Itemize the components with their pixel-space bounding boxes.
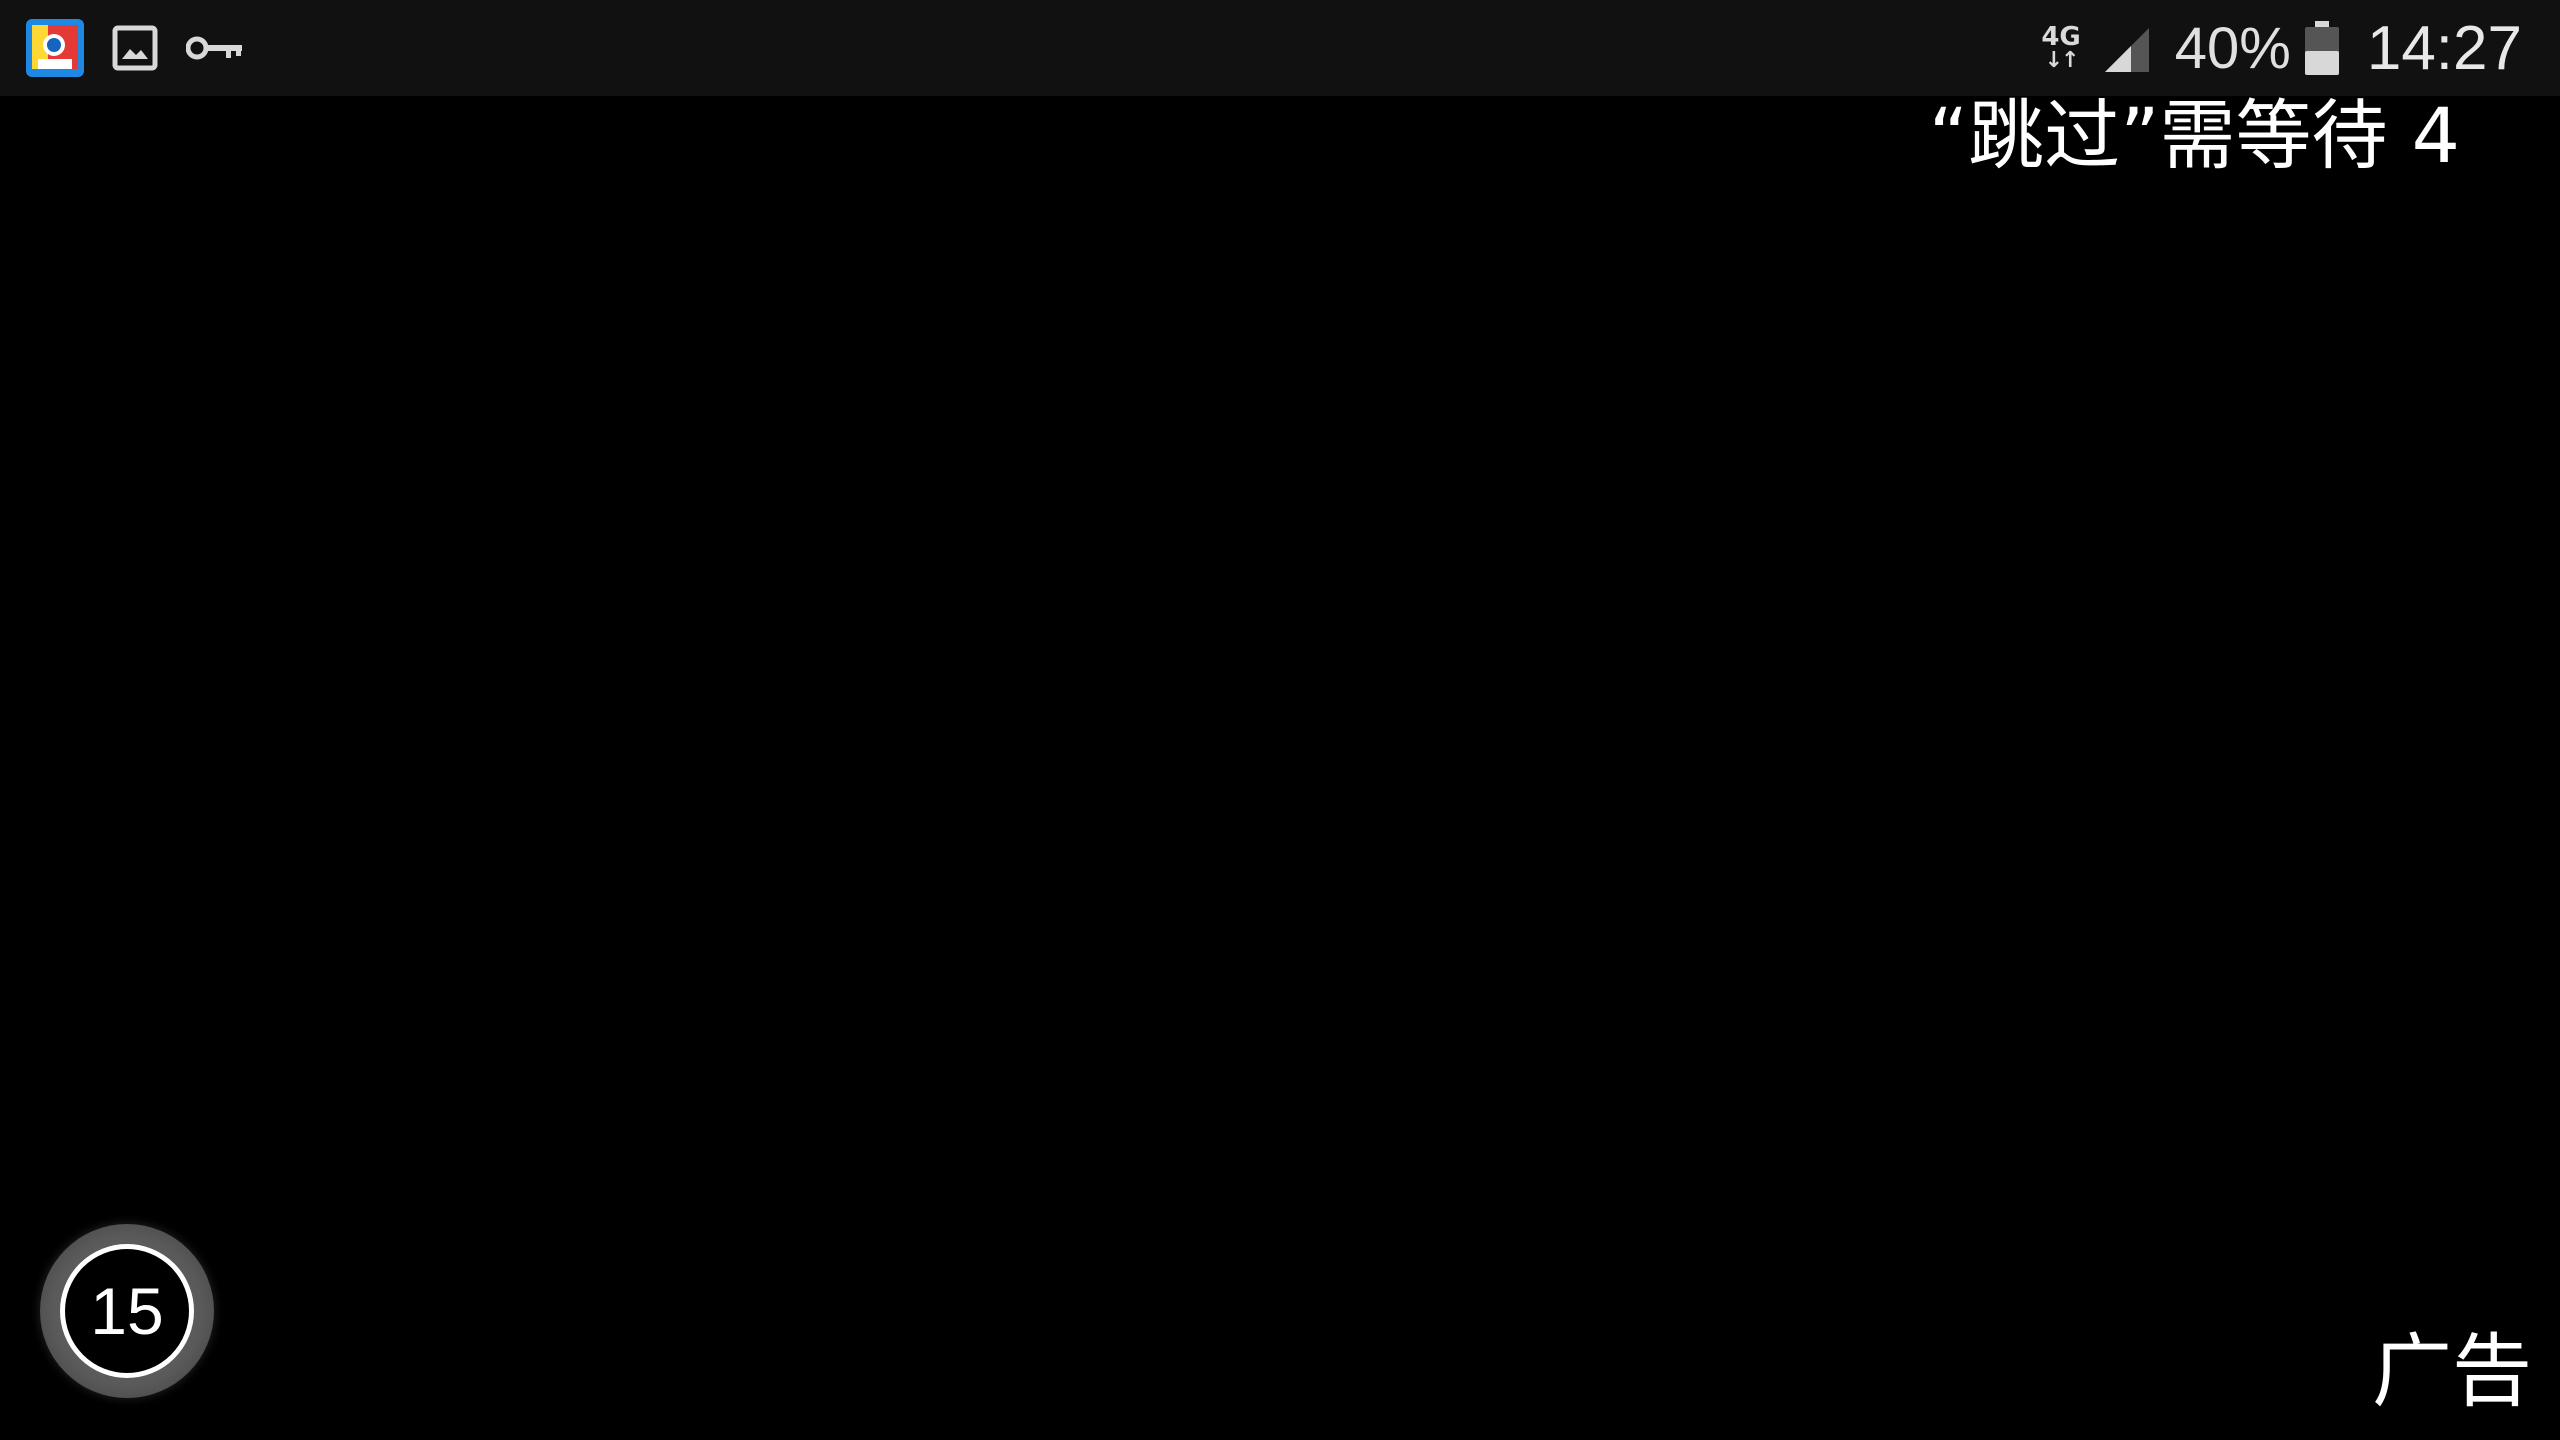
app-notification-icon <box>26 19 84 77</box>
skip-wait-label: “跳过”需等待 4 <box>1928 91 2460 180</box>
battery-percent: 40% <box>2174 15 2291 81</box>
ad-screen: 4G ↓↑ 40% 14:27 “跳过”需等待 4 15 广告 <box>0 0 2560 1440</box>
ad-label: 广告 <box>2372 1325 2532 1418</box>
data-activity-arrows: ↓↑ <box>2044 48 2080 73</box>
signal-strength-icon <box>2104 28 2149 72</box>
network-type-label: 4G <box>2041 22 2081 52</box>
notification-icons <box>26 18 244 78</box>
battery-icon <box>2304 21 2339 75</box>
clock: 14:27 <box>2366 13 2522 83</box>
countdown-timer-button[interactable]: 15 <box>40 1224 214 1398</box>
network-type-indicator: 4G ↓↑ <box>2041 24 2080 72</box>
countdown-seconds: 15 <box>60 1244 194 1378</box>
status-bar: 4G ↓↑ 40% 14:27 <box>0 0 2560 96</box>
system-status: 4G ↓↑ 40% 14:27 <box>2041 0 2522 96</box>
gallery-icon <box>106 19 164 77</box>
key-icon <box>186 19 244 77</box>
